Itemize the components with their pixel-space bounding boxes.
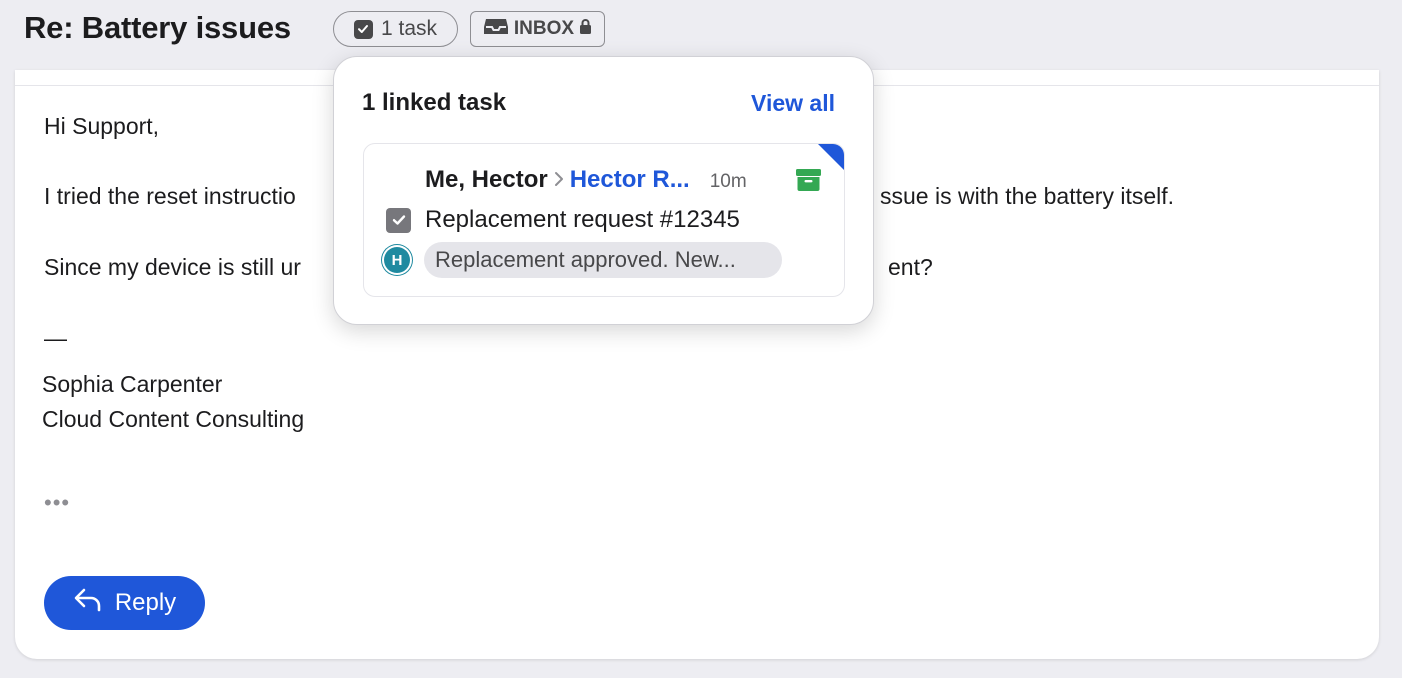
- checkbox-icon: [353, 19, 373, 39]
- view-all-link[interactable]: View all: [751, 90, 835, 117]
- email-body-line1-tail: ssue is with the battery itself.: [880, 183, 1175, 209]
- task-breadcrumb: Me, Hector Hector R... 10m: [425, 166, 747, 194]
- lock-icon: [579, 18, 592, 41]
- comment-preview: Replacement approved. New...: [424, 242, 782, 278]
- task-chip-label: 1 task: [380, 17, 438, 40]
- avatar: H: [384, 247, 410, 273]
- signature-company: Cloud Content Consulting: [42, 406, 305, 432]
- email-body-line1: I tried the reset instructio: [44, 183, 296, 209]
- reply-button-label: Reply: [114, 589, 177, 616]
- linked-task-card[interactable]: Me, Hector Hector R... 10m Replacement r…: [363, 143, 845, 297]
- email-greeting: Hi Support,: [44, 113, 160, 139]
- email-body-line2-tail: ent?: [888, 254, 933, 280]
- reply-button[interactable]: Reply: [44, 576, 205, 630]
- task-title-row: Replacement request #12345: [386, 206, 740, 234]
- task-latest-comment: H Replacement approved. New...: [384, 242, 782, 278]
- show-more-ellipsis[interactable]: •••: [44, 490, 70, 516]
- task-checkbox-icon[interactable]: [386, 207, 411, 233]
- reply-arrow-icon: [73, 587, 103, 620]
- archive-box-icon[interactable]: [795, 168, 822, 197]
- task-assignee-link[interactable]: Hector R...: [570, 166, 690, 194]
- inbox-label-chip[interactable]: INBOX: [470, 11, 605, 47]
- linked-tasks-popover: 1 linked task View all Me, Hector Hector…: [333, 56, 874, 325]
- email-subject: Re: Battery issues: [24, 10, 291, 45]
- task-timestamp: 10m: [709, 171, 747, 192]
- inbox-tray-icon: [483, 16, 509, 42]
- unread-corner-flag: [818, 144, 844, 170]
- email-body-line2: Since my device is still ur: [44, 254, 301, 280]
- task-title: Replacement request #12345: [425, 206, 740, 233]
- popover-title: 1 linked task: [362, 89, 507, 116]
- signature-dash: —: [44, 325, 67, 351]
- linked-task-chip[interactable]: 1 task: [333, 11, 458, 47]
- email-header: Re: Battery issues 1 task INBOX: [0, 0, 1402, 60]
- signature-name: Sophia Carpenter: [42, 371, 223, 397]
- chevron-right-icon: [554, 167, 564, 193]
- task-participants: Me, Hector: [425, 166, 548, 193]
- inbox-chip-label: INBOX: [513, 18, 575, 39]
